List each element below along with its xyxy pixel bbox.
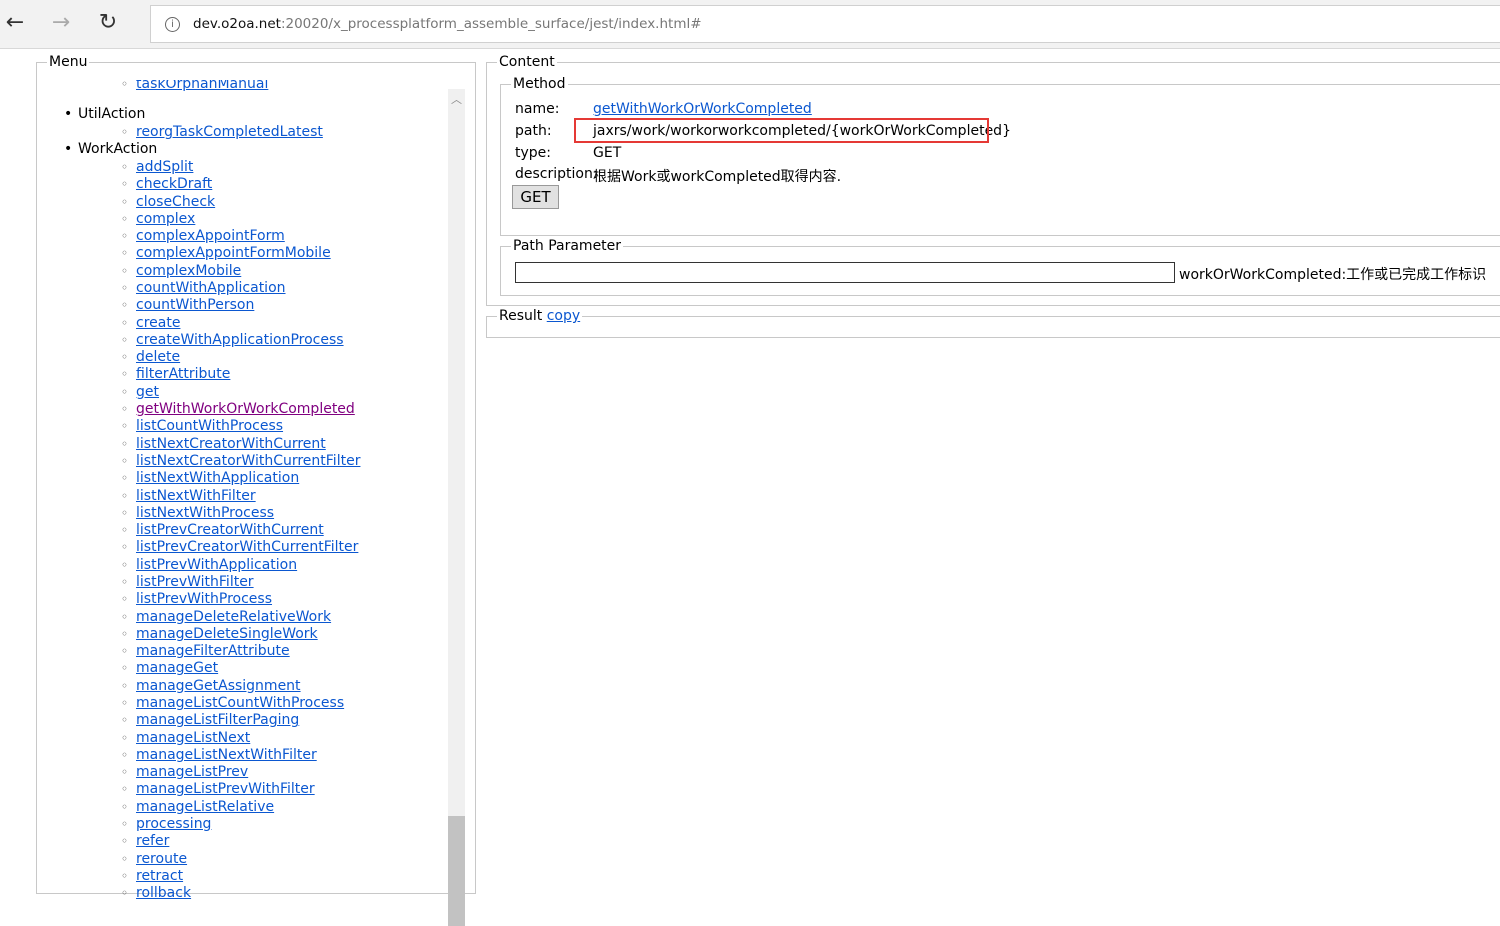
menu-item-delete[interactable]: delete bbox=[121, 349, 180, 366]
menu-item-count-with-application[interactable]: countWithApplication bbox=[121, 280, 285, 297]
method-name-link[interactable]: getWithWorkOrWorkCompleted bbox=[593, 101, 812, 117]
copy-link[interactable]: copy bbox=[547, 308, 580, 324]
menu-item-list-prev-creator-with-current-filter[interactable]: listPrevCreatorWithCurrentFilter bbox=[121, 539, 358, 556]
url-path: :20020/x_processplatform_assemble_surfac… bbox=[280, 16, 702, 32]
path-parameter-label: workOrWorkCompleted:工作或已完成工作标识 bbox=[1179, 267, 1487, 283]
menu-item-list-next-creator-with-current[interactable]: listNextCreatorWithCurrent bbox=[121, 436, 326, 453]
menu-list: taskOrphanManual UtilAction reorgTaskCom… bbox=[37, 80, 447, 900]
menu-item-reroute[interactable]: reroute bbox=[121, 851, 187, 868]
result-panel: Result copy bbox=[486, 308, 1500, 338]
scrollbar-thumb[interactable] bbox=[448, 816, 465, 926]
menu-legend: Menu bbox=[49, 54, 88, 70]
menu-item-create[interactable]: create bbox=[121, 315, 181, 332]
menu-item-list-next-creator-with-current-filter[interactable]: listNextCreatorWithCurrentFilter bbox=[121, 453, 360, 470]
menu-item-manage-list-prev-with-filter[interactable]: manageListPrevWithFilter bbox=[121, 781, 315, 798]
menu-item-manage-delete-single-work[interactable]: manageDeleteSingleWork bbox=[121, 626, 318, 643]
menu-item-filter-attribute[interactable]: filterAttribute bbox=[121, 366, 230, 383]
url-host: dev.o2oa.net bbox=[193, 16, 281, 32]
path-label: path: bbox=[515, 123, 552, 139]
result-label: Result bbox=[499, 308, 543, 324]
menu-item-list-prev-with-process[interactable]: listPrevWithProcess bbox=[121, 591, 272, 608]
menu-item-retract[interactable]: retract bbox=[121, 868, 183, 885]
menu-item-complex-appoint-form-mobile[interactable]: complexAppointFormMobile bbox=[121, 245, 331, 262]
forward-button[interactable]: → bbox=[46, 10, 76, 35]
method-description: 根据Work或workCompleted取得内容. bbox=[593, 169, 842, 185]
menu-item[interactable]: taskOrphanManual bbox=[121, 80, 268, 93]
menu-item[interactable]: reorgTaskCompletedLatest bbox=[121, 124, 323, 141]
menu-item-manage-list-count-with-process[interactable]: manageListCountWithProcess bbox=[121, 695, 344, 712]
menu-item-manage-get[interactable]: manageGet bbox=[121, 660, 218, 677]
method-legend: Method bbox=[513, 76, 566, 92]
description-label: description: bbox=[515, 166, 598, 182]
menu-item-complex-mobile[interactable]: complexMobile bbox=[121, 263, 241, 280]
result-legend: Result copy bbox=[497, 308, 582, 324]
highlight-box bbox=[574, 118, 989, 143]
menu-item-manage-list-filter-paging[interactable]: manageListFilterPaging bbox=[121, 712, 299, 729]
type-label: type: bbox=[515, 145, 551, 161]
menu-panel: Menu taskOrphanManual UtilAction reorgTa… bbox=[36, 54, 476, 926]
menu-group-workaction: WorkAction bbox=[64, 141, 157, 157]
menu-item-get[interactable]: get bbox=[121, 384, 159, 401]
menu-scrollbar[interactable]: ︿ bbox=[448, 89, 465, 926]
menu-item-manage-list-relative[interactable]: manageListRelative bbox=[121, 799, 274, 816]
menu-item-list-prev-creator-with-current[interactable]: listPrevCreatorWithCurrent bbox=[121, 522, 324, 539]
method-panel: Method bbox=[500, 76, 1500, 236]
menu-item-list-prev-with-filter[interactable]: listPrevWithFilter bbox=[121, 574, 254, 591]
menu-item-complex[interactable]: complex bbox=[121, 211, 195, 228]
menu-item-list-next-with-application[interactable]: listNextWithApplication bbox=[121, 470, 299, 487]
menu-item-manage-list-prev[interactable]: manageListPrev bbox=[121, 764, 248, 781]
menu-item-list-next-with-filter[interactable]: listNextWithFilter bbox=[121, 488, 256, 505]
get-button[interactable]: GET bbox=[512, 185, 559, 209]
menu-item-add-split[interactable]: addSplit bbox=[121, 159, 194, 176]
menu-item-list-next-with-process[interactable]: listNextWithProcess bbox=[121, 505, 274, 522]
menu-item-manage-get-assignment[interactable]: manageGetAssignment bbox=[121, 678, 301, 695]
scroll-up-icon[interactable]: ︿ bbox=[451, 91, 462, 107]
address-bar[interactable]: i dev.o2oa.net:20020/x_processplatform_a… bbox=[150, 5, 1500, 43]
menu-item-check-draft[interactable]: checkDraft bbox=[121, 176, 212, 193]
menu-group-utilaction: UtilAction bbox=[64, 106, 145, 122]
menu-item-complex-appoint-form[interactable]: complexAppointForm bbox=[121, 228, 285, 245]
menu-item-list-prev-with-application[interactable]: listPrevWithApplication bbox=[121, 557, 297, 574]
menu-item-manage-list-next[interactable]: manageListNext bbox=[121, 730, 250, 747]
method-type: GET bbox=[593, 145, 622, 161]
menu-item-close-check[interactable]: closeCheck bbox=[121, 194, 215, 211]
name-label: name: bbox=[515, 101, 560, 117]
menu-item-processing[interactable]: processing bbox=[121, 816, 212, 833]
work-or-work-completed-input[interactable] bbox=[515, 262, 1175, 283]
content-legend: Content bbox=[499, 54, 555, 70]
menu-item-rollback[interactable]: rollback bbox=[121, 885, 191, 900]
path-parameter-legend: Path Parameter bbox=[513, 238, 622, 254]
menu-item-list-count-with-process[interactable]: listCountWithProcess bbox=[121, 418, 283, 435]
back-button[interactable]: ← bbox=[0, 10, 30, 35]
menu-item-count-with-person[interactable]: countWithPerson bbox=[121, 297, 254, 314]
menu-item-create-with-application-process[interactable]: createWithApplicationProcess bbox=[121, 332, 344, 349]
menu-item-manage-filter-attribute[interactable]: manageFilterAttribute bbox=[121, 643, 290, 660]
menu-item-get-with-work-or-work-completed[interactable]: getWithWorkOrWorkCompleted bbox=[121, 401, 355, 418]
info-icon[interactable]: i bbox=[165, 17, 180, 32]
menu-item-manage-delete-relative-work[interactable]: manageDeleteRelativeWork bbox=[121, 609, 331, 626]
menu-item-refer[interactable]: refer bbox=[121, 833, 170, 850]
reload-button[interactable]: ↻ bbox=[93, 10, 123, 35]
menu-item-manage-list-next-with-filter[interactable]: manageListNextWithFilter bbox=[121, 747, 317, 764]
browser-toolbar: ← → ↻ i dev.o2oa.net:20020/x_processplat… bbox=[0, 0, 1500, 49]
